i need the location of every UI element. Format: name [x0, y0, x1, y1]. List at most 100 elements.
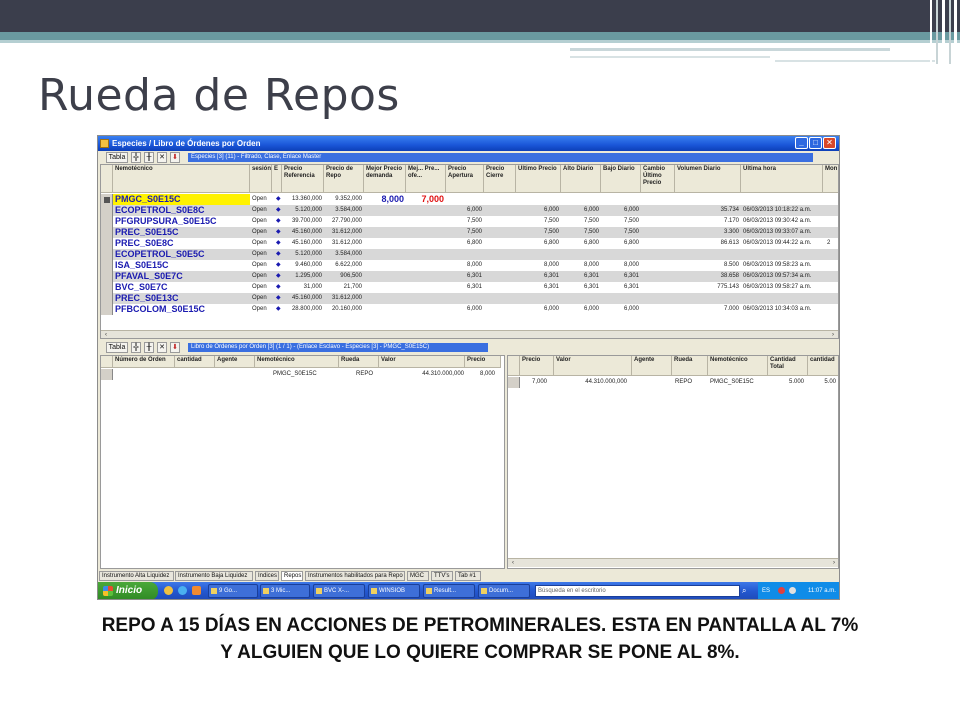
- row-selector[interactable]: [508, 377, 520, 388]
- taskbar-item[interactable]: 9 Go...: [208, 584, 258, 598]
- column-header[interactable]: Valor: [379, 356, 465, 368]
- column-header[interactable]: Precio Referencia: [282, 165, 324, 193]
- column-header[interactable]: Nemotécnico: [708, 356, 768, 376]
- firefox-icon[interactable]: [192, 586, 201, 595]
- best-offer-price[interactable]: 7,000: [406, 194, 446, 205]
- column-header[interactable]: Número de Orden: [113, 356, 175, 368]
- column-header[interactable]: Rueda: [672, 356, 708, 376]
- split-icon[interactable]: ╫: [144, 152, 154, 163]
- column-header[interactable]: Último Precio: [516, 165, 561, 193]
- column-header[interactable]: Valor: [554, 356, 632, 376]
- column-header[interactable]: Precio: [520, 356, 554, 376]
- table-row[interactable]: ECOPETROL_S0E5C Open ◆ 5.120,000 3.584,000: [101, 249, 838, 260]
- column-header[interactable]: Agente: [632, 356, 672, 376]
- scroll-right-icon[interactable]: ›: [830, 559, 838, 567]
- scroll-left-icon[interactable]: ‹: [509, 559, 517, 567]
- column-header[interactable]: sesión: [250, 165, 272, 193]
- tab-instrumento-alta-liquidez[interactable]: Instrumento Alta Liquidez: [99, 571, 174, 581]
- row-selector[interactable]: [101, 194, 113, 205]
- row-selector[interactable]: [101, 304, 113, 315]
- table-row[interactable]: PMGC_S0E15C REPO 44.310.000,000 8,000: [101, 369, 504, 380]
- tab-indices[interactable]: Indices: [255, 571, 279, 581]
- column-header[interactable]: Precio Cierre: [484, 165, 516, 193]
- start-button[interactable]: Inicio: [98, 582, 158, 599]
- tab-repos[interactable]: Repos: [281, 571, 303, 581]
- language-indicator[interactable]: ES: [762, 582, 770, 599]
- table-row[interactable]: ISA_S0E15C Open ◆ 9.460,000 6.622,000 8,000 8,…: [101, 260, 838, 271]
- column-header[interactable]: E: [272, 165, 282, 193]
- quicklaunch-icon[interactable]: [164, 586, 173, 595]
- close-icon[interactable]: ✕: [823, 137, 836, 149]
- table-row[interactable]: PFBCOLOM_S0E15C Open ◆ 28.800,000 20.160,000…: [101, 304, 838, 315]
- table-row[interactable]: PFAVAL_S0E7C Open ◆ 1.295,000 906,500 6,301 6,…: [101, 271, 838, 282]
- tab-tab-1[interactable]: Tab #1: [455, 571, 481, 581]
- add-column-icon[interactable]: ╬: [131, 342, 141, 353]
- column-header[interactable]: Mejor Precio demanda: [364, 165, 406, 193]
- minimize-icon[interactable]: _: [795, 137, 808, 149]
- table-row[interactable]: PREC_S0E13C Open ◆ 45.160,000 31.612,000: [101, 293, 838, 304]
- row-selector[interactable]: [101, 293, 113, 304]
- taskbar-item[interactable]: WINSIOB: [368, 584, 420, 598]
- tab-instrumentos-habilitados-para-repo[interactable]: Instrumentos habilitados para Repo: [305, 571, 405, 581]
- tab-mgc[interactable]: MGC: [407, 571, 429, 581]
- browser-icon[interactable]: [178, 586, 187, 595]
- add-column-icon[interactable]: ╬: [131, 152, 141, 163]
- export-icon[interactable]: ⬇: [170, 342, 180, 353]
- column-header[interactable]: Rueda: [339, 356, 379, 368]
- table-button[interactable]: Tabla: [106, 342, 128, 353]
- column-header[interactable]: Última hora: [741, 165, 823, 193]
- column-header[interactable]: Cambio Último Precio: [641, 165, 675, 193]
- horizontal-scrollbar[interactable]: ‹ ›: [101, 330, 838, 338]
- column-header[interactable]: Volumen Diario: [675, 165, 741, 193]
- column-header[interactable]: Mon: [823, 165, 838, 193]
- split-icon[interactable]: ╫: [144, 342, 154, 353]
- tab-ttv-s[interactable]: TTV's: [431, 571, 453, 581]
- tab-instrumento-baja-liquidez[interactable]: Instrumento Baja Liquidez: [175, 571, 253, 581]
- table-row[interactable]: ECOPETROL_S0E8C Open ◆ 5.120,000 3.584,000 6,…: [101, 205, 838, 216]
- row-selector[interactable]: [101, 205, 113, 216]
- table-row[interactable]: PFGRUPSURA_S0E15C Open ◆ 39.700,000 27.790,0…: [101, 216, 838, 227]
- desktop-search-input[interactable]: Búsqueda en el escritorio: [535, 585, 740, 597]
- row-selector[interactable]: [101, 282, 113, 293]
- column-header[interactable]: Nemotécnico: [255, 356, 339, 368]
- column-header[interactable]: Precio de Repo: [324, 165, 364, 193]
- export-icon[interactable]: ⬇: [170, 152, 180, 163]
- row-selector[interactable]: [101, 216, 113, 227]
- tray-alert-icon[interactable]: [778, 587, 785, 594]
- taskbar-item[interactable]: Result...: [423, 584, 475, 598]
- scroll-right-icon[interactable]: ›: [829, 331, 837, 338]
- table-row[interactable]: PREC_S0E8C Open ◆ 45.160,000 31.612,000 6,800…: [101, 238, 838, 249]
- taskbar-item[interactable]: BVC X-...: [313, 584, 365, 598]
- row-selector[interactable]: [101, 249, 113, 260]
- row-selector[interactable]: [101, 238, 113, 249]
- table-button[interactable]: Tabla: [106, 152, 128, 163]
- maximize-icon[interactable]: □: [809, 137, 822, 149]
- column-header[interactable]: Agente: [215, 356, 255, 368]
- column-header[interactable]: Nemotécnico: [113, 165, 250, 193]
- search-icon[interactable]: ⌕: [742, 586, 746, 596]
- column-header[interactable]: cantidad: [175, 356, 215, 368]
- column-header[interactable]: Precio Apertura: [446, 165, 484, 193]
- table-row[interactable]: BVC_S0E7C Open ◆ 31,000 21,700 6,301 6,301 6,30…: [101, 282, 838, 293]
- row-selector[interactable]: [101, 260, 113, 271]
- row-selector[interactable]: [101, 271, 113, 282]
- table-row[interactable]: 7,000 44.310.000,000 REPO PMGC_S0E15C 5.…: [508, 377, 838, 388]
- delete-icon[interactable]: ✕: [157, 342, 167, 353]
- column-header[interactable]: Bajo Diario: [601, 165, 641, 193]
- scroll-left-icon[interactable]: ‹: [102, 331, 110, 338]
- table-row[interactable]: PREC_S0E15C Open ◆ 45.160,000 31.612,000 7,50…: [101, 227, 838, 238]
- horizontal-scrollbar[interactable]: ‹ ›: [508, 558, 838, 567]
- column-header[interactable]: Mej... Pre... ofe...: [406, 165, 446, 193]
- table-row[interactable]: PMGC_S0E15C Open ◆ 13.360,000 9.352,000 8,000…: [101, 194, 838, 205]
- taskbar-item[interactable]: Docum...: [478, 584, 530, 598]
- column-header[interactable]: Alto Diario: [561, 165, 601, 193]
- taskbar-item[interactable]: 3 Mic...: [260, 584, 310, 598]
- best-demand-price[interactable]: 8,000: [364, 194, 406, 205]
- column-header[interactable]: Precio: [465, 356, 501, 368]
- delete-icon[interactable]: ✕: [157, 152, 167, 163]
- row-selector[interactable]: [101, 369, 113, 380]
- row-selector[interactable]: [101, 227, 113, 238]
- column-header[interactable]: Cantidad Total: [768, 356, 808, 376]
- column-header[interactable]: cantidad: [808, 356, 838, 376]
- volume-icon[interactable]: [789, 587, 796, 594]
